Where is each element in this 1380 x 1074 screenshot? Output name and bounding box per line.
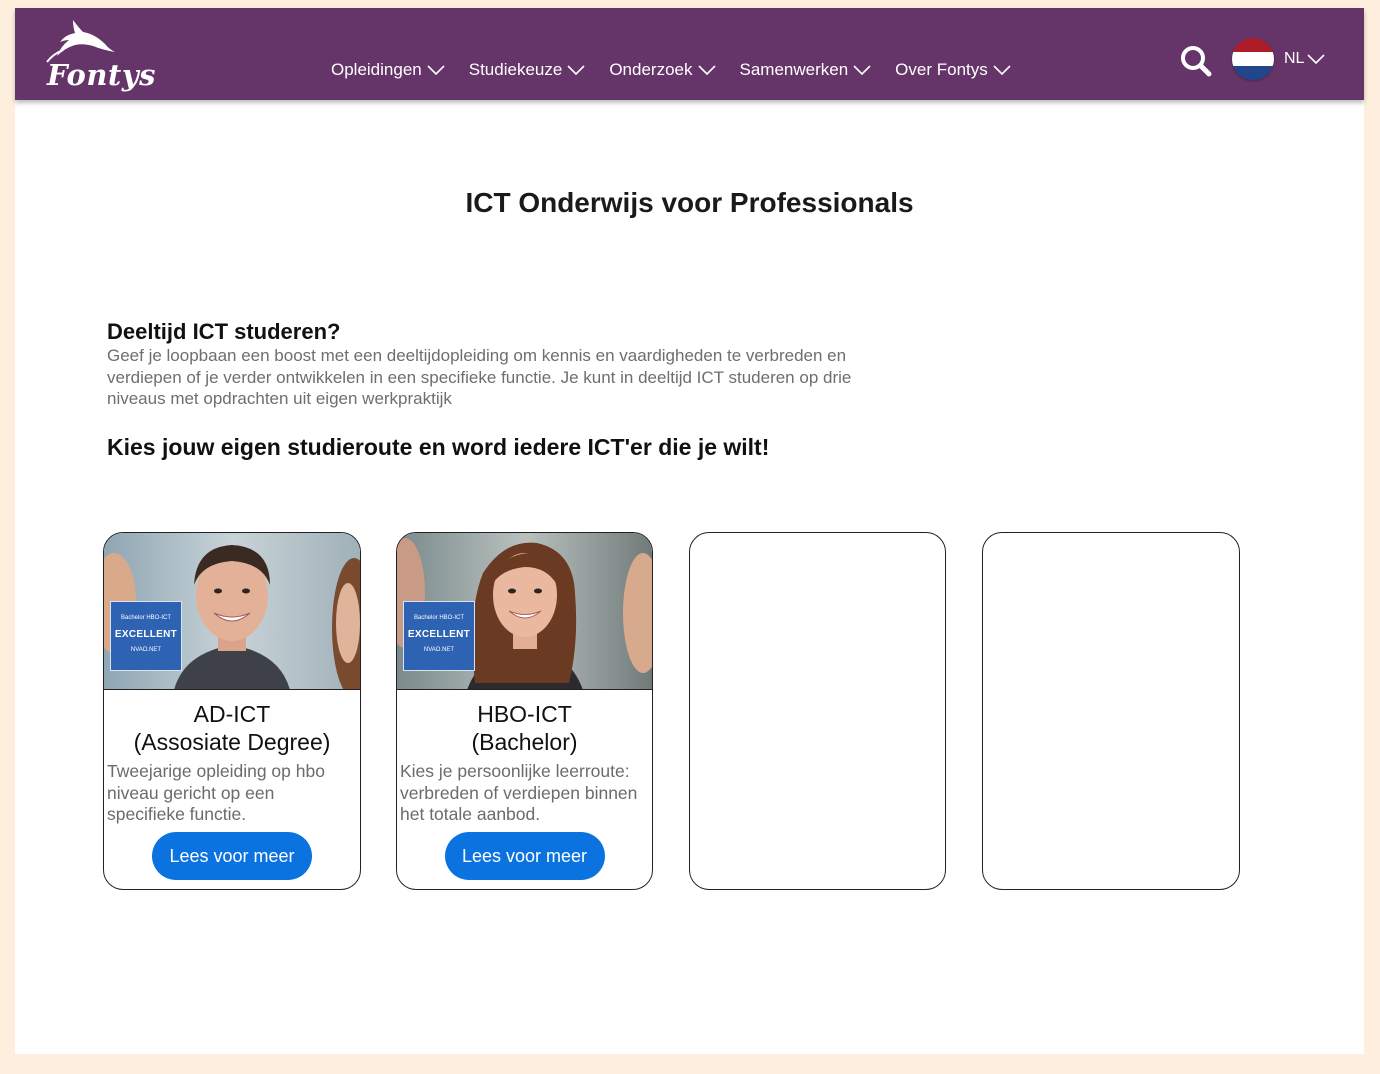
card-title-line1: AD-ICT bbox=[193, 701, 271, 727]
card-title-line2: (Assosiate Degree) bbox=[133, 729, 331, 755]
intro-section: Deeltijd ICT studeren? Geef je loopbaan … bbox=[107, 319, 877, 410]
search-button[interactable] bbox=[1179, 44, 1213, 78]
language-selector[interactable]: NL bbox=[1232, 38, 1326, 80]
fontys-logo[interactable]: Fontys bbox=[43, 18, 173, 93]
card-title: HBO-ICT (Bachelor) bbox=[397, 700, 652, 756]
nav-item-samenwerken[interactable]: Samenwerken bbox=[740, 60, 872, 80]
chevron-down-icon bbox=[567, 65, 585, 75]
search-icon bbox=[1181, 46, 1212, 77]
card-description: Tweejarige opleiding op hbo niveau geric… bbox=[107, 761, 325, 824]
nav-item-over-fontys[interactable]: Over Fontys bbox=[895, 60, 1011, 80]
badge-line1: Bachelor HBO-ICT bbox=[120, 615, 171, 621]
badge-line1: Bachelor HBO-ICT bbox=[413, 615, 464, 621]
program-card-placeholder bbox=[689, 532, 946, 890]
card-title: AD-ICT (Assosiate Degree) bbox=[104, 700, 360, 756]
read-more-button[interactable]: Lees voor meer bbox=[444, 832, 605, 880]
page-title: ICT Onderwijs voor Professionals bbox=[465, 187, 914, 218]
card-photo: Bachelor HBO-ICT EXCELLENT NVAO.NET bbox=[104, 533, 360, 690]
nav-item-label: Over Fontys bbox=[895, 60, 988, 79]
accreditation-badge: Bachelor HBO-ICT EXCELLENT NVAO.NET bbox=[110, 601, 182, 671]
badge-line2: EXCELLENT bbox=[114, 629, 178, 640]
chevron-down-icon bbox=[993, 65, 1011, 75]
language-label: NL bbox=[1284, 50, 1305, 67]
intro-heading: Deeltijd ICT studeren? bbox=[107, 319, 341, 344]
badge-line3: NVAO.NET bbox=[423, 647, 455, 653]
nav-item-onderzoek[interactable]: Onderzoek bbox=[609, 60, 716, 80]
nav-item-label: Opleidingen bbox=[331, 60, 422, 79]
nav-item-opleidingen[interactable]: Opleidingen bbox=[331, 60, 445, 80]
read-more-button[interactable]: Lees voor meer bbox=[152, 832, 312, 880]
brand-name: Fontys bbox=[47, 58, 157, 92]
chevron-down-icon bbox=[697, 65, 716, 75]
card-title-line1: HBO-ICT bbox=[477, 701, 572, 727]
intro-text: Geef je loopbaan een boost met een deelt… bbox=[107, 346, 852, 408]
nav-item-label: Samenwerken bbox=[739, 60, 849, 79]
navbar: Fontys Opleidingen Studiekeuze Onderzoek… bbox=[15, 8, 1364, 100]
page: Fontys Opleidingen Studiekeuze Onderzoek… bbox=[15, 8, 1364, 1054]
badge-line3: NVAO.NET bbox=[130, 647, 162, 653]
program-card-ad-ict: Bachelor HBO-ICT EXCELLENT NVAO.NET AD-I… bbox=[103, 532, 361, 890]
nav-item-label: Onderzoek bbox=[609, 60, 693, 79]
nav-item-studiekeuze[interactable]: Studiekeuze bbox=[469, 60, 586, 80]
card-photo: Bachelor HBO-ICT EXCELLENT NVAO.NET bbox=[397, 533, 652, 690]
card-title-line2: (Bachelor) bbox=[471, 729, 578, 755]
main-navigation: Opleidingen Studiekeuze Onderzoek Samenw… bbox=[331, 60, 1035, 80]
badge-line2: EXCELLENT bbox=[407, 629, 471, 640]
accreditation-badge: Bachelor HBO-ICT EXCELLENT NVAO.NET bbox=[403, 601, 475, 671]
route-heading: Kies jouw eigen studieroute en word iede… bbox=[107, 434, 770, 460]
netherlands-flag-icon bbox=[1232, 38, 1274, 80]
chevron-down-icon bbox=[427, 65, 445, 75]
program-card-placeholder bbox=[982, 532, 1240, 890]
card-description: Kies je persoonlijke leerroute: verbrede… bbox=[400, 761, 638, 824]
nav-item-label: Studiekeuze bbox=[468, 60, 563, 79]
chevron-down-icon bbox=[1307, 54, 1326, 64]
chevron-down-icon bbox=[853, 65, 871, 75]
program-card-hbo-ict: Bachelor HBO-ICT EXCELLENT NVAO.NET HBO-… bbox=[396, 532, 653, 890]
shark-fin-icon bbox=[46, 20, 115, 63]
